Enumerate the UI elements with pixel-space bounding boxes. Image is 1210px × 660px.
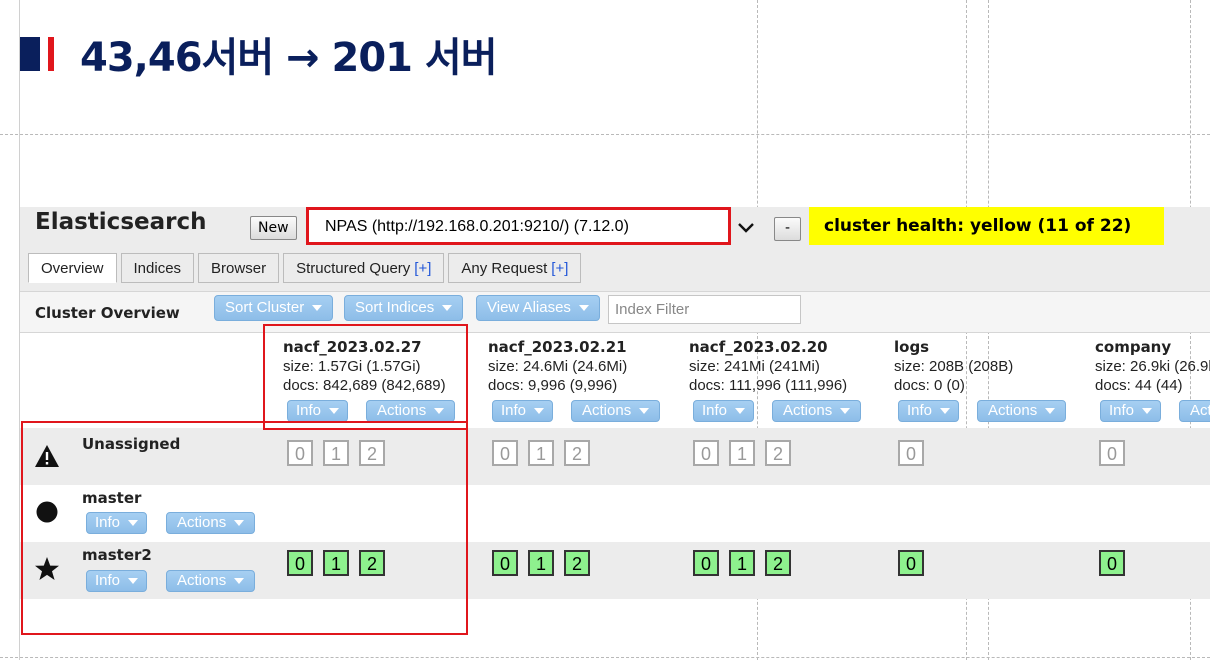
- caret-down-icon: [639, 408, 650, 415]
- shard-assigned[interactable]: 0: [898, 550, 924, 576]
- index-size: size: 24.6Mi (24.6Mi): [488, 358, 628, 375]
- caret-down-icon: [312, 305, 323, 312]
- caret-down-icon: [1142, 408, 1153, 415]
- index-header: company size: 26.9ki (26.9ki) docs: 44 (…: [1095, 338, 1210, 395]
- app-header: Elasticsearch New NPAS (http://192.168.0…: [20, 207, 1210, 291]
- tab-browser[interactable]: Browser: [198, 253, 280, 283]
- tab-indices[interactable]: Indices: [120, 253, 195, 283]
- shard-unassigned[interactable]: 0: [1099, 440, 1125, 466]
- index-docs: docs: 0 (0): [894, 377, 965, 394]
- shard-unassigned[interactable]: 1: [528, 440, 554, 466]
- guide-line: [0, 134, 1210, 135]
- shard-unassigned[interactable]: 0: [492, 440, 518, 466]
- shard-assigned[interactable]: 0: [693, 550, 719, 576]
- caret-down-icon: [735, 408, 746, 415]
- shard-unassigned[interactable]: 2: [564, 440, 590, 466]
- shard-assigned[interactable]: 0: [1099, 550, 1125, 576]
- slide-title: 43,46서버 → 201 서버: [20, 24, 498, 84]
- tab-bar: Overview Indices Browser Structured Quer…: [28, 253, 585, 283]
- elasticsearch-head-panel: Elasticsearch New NPAS (http://192.168.0…: [20, 207, 1210, 660]
- index-name: company: [1095, 338, 1172, 356]
- index-docs: docs: 111,996 (111,996): [689, 377, 848, 394]
- index-info-button[interactable]: Info: [693, 400, 755, 422]
- index-name: nacf_2023.02.21: [488, 338, 627, 356]
- index-header: logs size: 208B (208B) docs: 0 (0): [894, 338, 1013, 395]
- caret-down-icon: [534, 408, 545, 415]
- tab-structured-query[interactable]: Structured Query [+]: [283, 253, 445, 283]
- cluster-toolbar: Cluster Overview Sort Cluster Sort Indic…: [20, 291, 1210, 333]
- index-filter-input[interactable]: Index Filter: [608, 295, 801, 324]
- index-header: nacf_2023.02.21 size: 24.6Mi (24.6Mi) do…: [488, 338, 627, 395]
- shard-assigned[interactable]: 1: [528, 550, 554, 576]
- index-docs: docs: 44 (44): [1095, 377, 1183, 394]
- shard-assigned[interactable]: 2: [765, 550, 791, 576]
- view-aliases-button[interactable]: View Aliases: [476, 295, 600, 321]
- highlight-box-nodes: [21, 421, 468, 635]
- shard-unassigned[interactable]: 0: [693, 440, 719, 466]
- shard-unassigned[interactable]: 2: [765, 440, 791, 466]
- title-accent-icon: [48, 37, 54, 71]
- index-info-button[interactable]: Info: [492, 400, 554, 422]
- connection-url: NPAS (http://192.168.0.201:9210/) (7.12.…: [325, 218, 629, 235]
- index-docs: docs: 9,996 (9,996): [488, 377, 618, 394]
- highlight-box-index: [263, 324, 468, 430]
- caret-down-icon: [442, 305, 453, 312]
- index-info-button[interactable]: Info: [898, 400, 960, 422]
- connection-select[interactable]: NPAS (http://192.168.0.201:9210/) (7.12.…: [306, 207, 731, 245]
- index-size: size: 241Mi (241Mi): [689, 358, 820, 375]
- tab-plus: [+]: [414, 260, 432, 277]
- index-actions-button[interactable]: Actions: [571, 400, 661, 422]
- shard-assigned[interactable]: 2: [564, 550, 590, 576]
- caret-down-icon: [578, 305, 589, 312]
- tab-overview[interactable]: Overview: [28, 253, 117, 283]
- shard-assigned[interactable]: 0: [492, 550, 518, 576]
- sort-cluster-button[interactable]: Sort Cluster: [214, 295, 334, 321]
- index-name: nacf_2023.02.20: [689, 338, 828, 356]
- caret-down-icon: [940, 408, 951, 415]
- shard-unassigned[interactable]: 0: [898, 440, 924, 466]
- shard-assigned[interactable]: 1: [729, 550, 755, 576]
- caret-down-icon: [1045, 408, 1056, 415]
- index-size: size: 26.9ki (26.9ki): [1095, 358, 1210, 375]
- slide-title-text: 43,46서버 → 201 서버: [80, 35, 498, 81]
- disconnect-button[interactable]: -: [774, 217, 801, 241]
- index-actions-button[interactable]: Actions: [977, 400, 1067, 422]
- chevron-down-icon[interactable]: [733, 215, 759, 241]
- index-actions-button[interactable]: Actions: [772, 400, 862, 422]
- index-header: nacf_2023.02.20 size: 241Mi (241Mi) docs…: [689, 338, 847, 395]
- app-title: Elasticsearch: [35, 209, 207, 235]
- index-name: logs: [894, 338, 930, 356]
- index-actions-button[interactable]: Actions: [1179, 400, 1210, 422]
- shard-unassigned[interactable]: 1: [729, 440, 755, 466]
- caret-down-icon: [840, 408, 851, 415]
- sort-indices-button[interactable]: Sort Indices: [344, 295, 464, 321]
- cluster-health-badge: cluster health: yellow (11 of 22): [809, 207, 1164, 245]
- cluster-overview-heading: Cluster Overview: [35, 304, 180, 322]
- index-size: size: 208B (208B): [894, 358, 1014, 375]
- index-info-button[interactable]: Info: [1100, 400, 1162, 422]
- tab-plus: [+]: [551, 260, 569, 277]
- tab-any-request[interactable]: Any Request [+]: [448, 253, 582, 283]
- new-connection-button[interactable]: New: [250, 216, 297, 240]
- title-bullet-icon: [20, 37, 40, 71]
